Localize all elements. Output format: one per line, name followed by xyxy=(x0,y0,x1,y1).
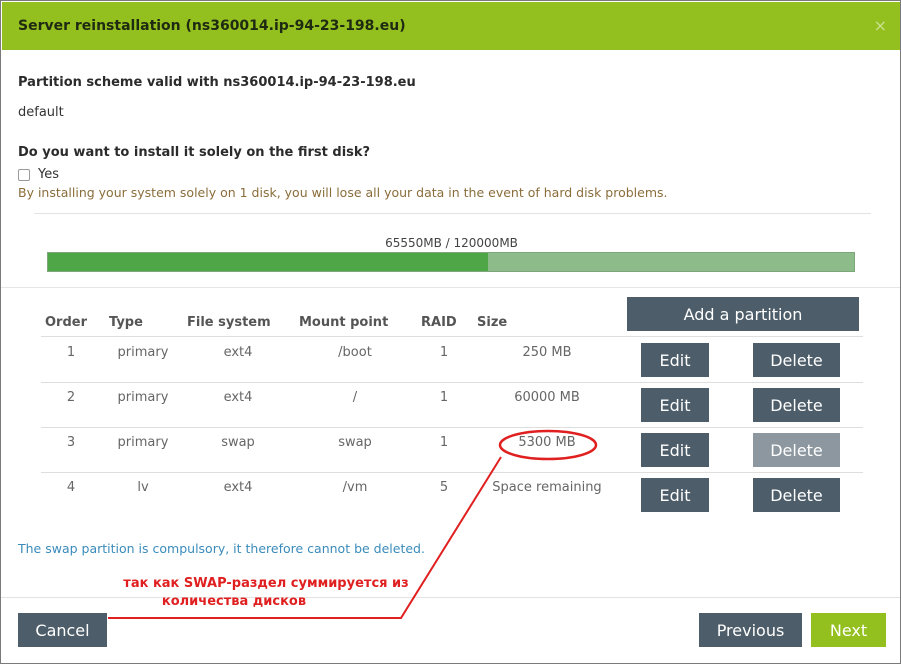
annotation-line-1: так как SWAP-раздел суммируется из xyxy=(123,576,409,591)
annotation-highlight-ellipse xyxy=(498,429,598,461)
annotation-line-2: количества дисков xyxy=(161,594,307,609)
annotation-overlay xyxy=(108,429,598,619)
server-reinstallation-dialog: Server reinstallation (ns360014.ip-94-23… xyxy=(0,0,901,664)
